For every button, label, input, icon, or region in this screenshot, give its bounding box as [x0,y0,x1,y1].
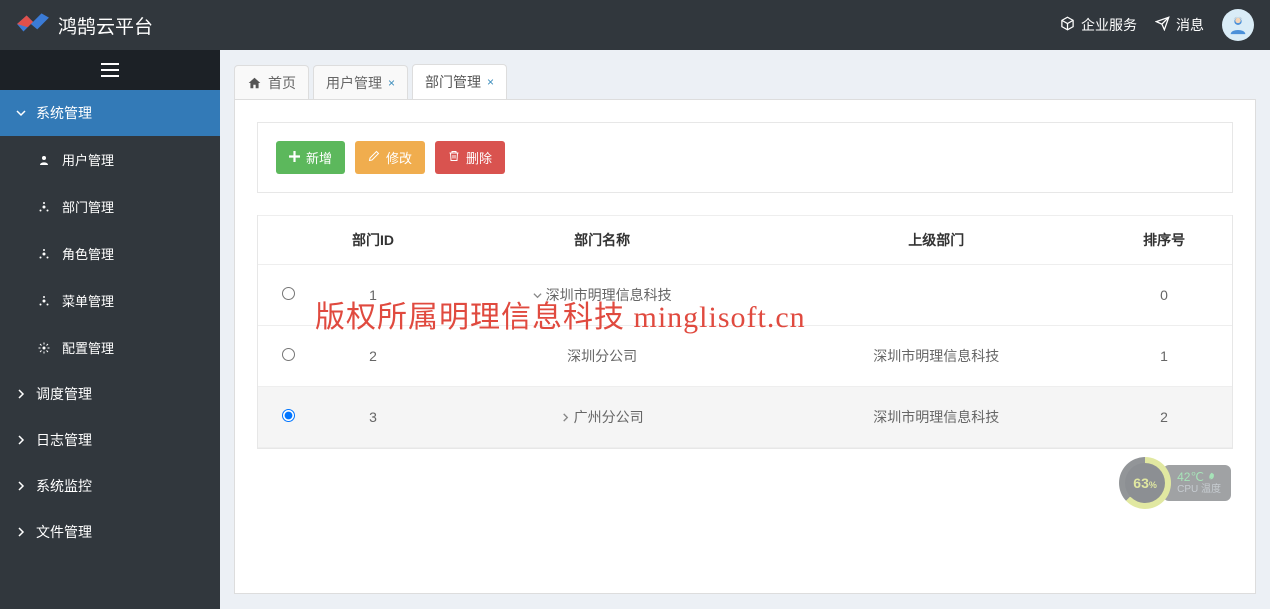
chevron-right-icon [16,524,26,540]
cell-parent: 深圳市明理信息科技 [776,326,1096,387]
table-row[interactable]: 3 广州分公司 深圳市明理信息科技 2 [258,387,1232,448]
logo-text: 鸿鹄云平台 [58,12,153,39]
toolbar: 新增 修改 删除 [257,122,1233,193]
submenu-system: 用户管理 部门管理 角色管理 菜单管理 配置管理 [0,136,220,371]
delete-button[interactable]: 删除 [435,141,505,174]
tab-home[interactable]: 首页 [234,65,309,100]
sidebar-item-label: 系统管理 [36,103,92,123]
user-icon [38,154,52,166]
home-icon [247,76,262,90]
col-name: 部门名称 [428,216,776,265]
content-scroll[interactable]: 新增 修改 删除 [235,100,1255,593]
table-row[interactable]: 1 深圳市明理信息科技 0 [258,265,1232,326]
close-icon[interactable]: × [388,76,395,90]
chevron-down-icon[interactable] [533,287,542,303]
enterprise-service-link[interactable]: 企业服务 [1060,15,1137,35]
chevron-right-icon [16,386,26,402]
col-id: 部门ID [318,216,428,265]
sidebar-subitem-config[interactable]: 配置管理 [0,324,220,371]
sidebar-item-system[interactable]: 系统管理 [0,90,220,136]
cell-order: 0 [1096,265,1232,326]
tab-bar: 首页 用户管理 × 部门管理 × [234,64,1256,99]
message-link[interactable]: 消息 [1155,15,1204,35]
header-right: 企业服务 消息 [1060,9,1254,41]
edit-button[interactable]: 修改 [355,141,425,174]
tab-dept[interactable]: 部门管理 × [412,64,507,99]
close-icon[interactable]: × [487,75,494,89]
app-header: 鸿鹄云平台 企业服务 消息 [0,0,1270,50]
chevron-right-icon[interactable] [561,409,570,425]
trash-icon [448,150,460,165]
cell-id: 3 [318,387,428,448]
gear-icon [38,342,52,354]
cell-name: 深圳市明理信息科技 [428,265,776,326]
tab-user[interactable]: 用户管理 × [313,65,408,100]
chevron-down-icon [16,105,26,121]
pencil-icon [368,150,380,165]
row-radio[interactable] [282,348,295,361]
cpu-percent: 63% [1133,475,1157,491]
sidebar-item-monitor[interactable]: 系统监控 [0,463,220,509]
send-icon [1155,16,1170,34]
enterprise-label: 企业服务 [1081,15,1137,35]
cell-name: 广州分公司 [428,387,776,448]
sidebar-item-file[interactable]: 文件管理 [0,509,220,555]
content-panel: 新增 修改 删除 [234,99,1256,594]
main-content: 首页 用户管理 × 部门管理 × 新增 修改 [220,50,1270,609]
chevron-right-icon [16,478,26,494]
cell-name: 深圳分公司 [428,326,776,387]
chart-icon [38,201,52,213]
chevron-right-icon [16,432,26,448]
add-button[interactable]: 新增 [276,141,345,174]
sidebar-subitem-user[interactable]: 用户管理 [0,136,220,183]
cell-parent: 深圳市明理信息科技 [776,387,1096,448]
cell-order: 1 [1096,326,1232,387]
sidebar-subitem-menu[interactable]: 菜单管理 [0,277,220,324]
logo-icon [16,11,50,40]
plus-icon [289,150,300,165]
cell-order: 2 [1096,387,1232,448]
col-select [258,216,318,265]
sidebar-subitem-dept[interactable]: 部门管理 [0,183,220,230]
sidebar: 系统管理 用户管理 部门管理 角色管理 菜单管理 配置管理 调度管理 日志管理 … [0,50,220,609]
cpu-temp-pill: 42℃ CPU 温度 [1163,465,1231,501]
sidebar-item-log[interactable]: 日志管理 [0,417,220,463]
leaf-icon [1207,472,1216,481]
avatar[interactable] [1222,9,1254,41]
cell-id: 2 [318,326,428,387]
chart-icon [38,248,52,260]
bars-icon [101,63,119,77]
sidebar-menu: 系统管理 用户管理 部门管理 角色管理 菜单管理 配置管理 调度管理 日志管理 … [0,90,220,555]
table-header-row: 部门ID 部门名称 上级部门 排序号 [258,216,1232,265]
col-order: 排序号 [1096,216,1232,265]
cpu-widget: 63% 42℃ CPU 温度 [1119,457,1231,509]
dept-table: 部门ID 部门名称 上级部门 排序号 1 深圳市明理信息科技 [257,215,1233,449]
cube-icon [1060,16,1075,34]
row-radio[interactable] [282,409,295,422]
sidebar-toggle[interactable] [0,50,220,90]
sidebar-subitem-role[interactable]: 角色管理 [0,230,220,277]
row-radio[interactable] [282,287,295,300]
col-parent: 上级部门 [776,216,1096,265]
cpu-temp-label: CPU 温度 [1177,484,1221,496]
cell-id: 1 [318,265,428,326]
sidebar-item-schedule[interactable]: 调度管理 [0,371,220,417]
chart-icon [38,295,52,307]
message-label: 消息 [1176,15,1204,35]
cpu-temp-value: 42℃ [1177,470,1221,484]
cpu-gauge: 63% [1119,457,1171,509]
cell-parent [776,265,1096,326]
header-left: 鸿鹄云平台 [16,11,153,40]
table-row[interactable]: 2 深圳分公司 深圳市明理信息科技 1 [258,326,1232,387]
